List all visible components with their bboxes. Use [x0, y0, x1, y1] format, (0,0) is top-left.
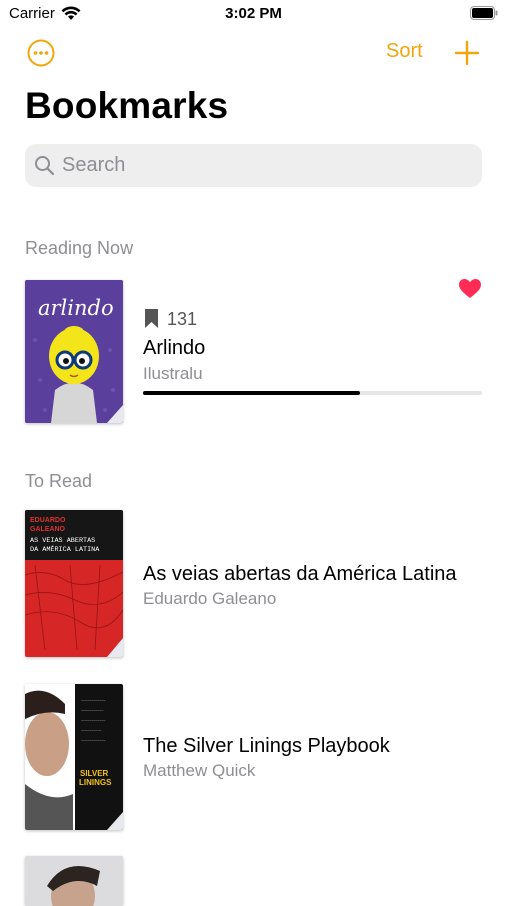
- svg-text:~~~~~~~~~~: ~~~~~~~~~~: [81, 729, 101, 733]
- book-author: Ilustralu: [143, 364, 203, 383]
- book-title: As veias abertas da América Latina: [143, 563, 457, 585]
- favorite-heart-icon[interactable]: [459, 279, 481, 298]
- bookmark-icon: [145, 309, 158, 328]
- cover-illustration: [25, 856, 123, 906]
- reading-progress-bar: [143, 391, 482, 395]
- book-cover-as-veias-abertas: EDUARDO GALEANO AS VEIAS ABERTAS DA AMÉR…: [25, 510, 123, 657]
- search-input[interactable]: [62, 144, 462, 187]
- section-header-reading-now: Reading Now: [25, 238, 134, 258]
- cover-title-line1: AS VEIAS ABERTAS: [30, 537, 95, 545]
- svg-text:~~~~~~~~~~~: ~~~~~~~~~~~: [81, 709, 103, 713]
- more-options-icon[interactable]: [27, 39, 55, 67]
- battery-icon: [470, 6, 498, 20]
- svg-text:~~~~~~~~~~~~: ~~~~~~~~~~~~: [81, 699, 106, 703]
- book-cover-arlindo: arlindo: [25, 280, 123, 423]
- book-row-silver-linings-playbook[interactable]: ~~~~~~~~~~~~ ~~~~~~~~~~~ ~~~~~~~~~~~~ ~~…: [25, 684, 482, 832]
- cover-title-line2: DA AMÉRICA LATINA: [30, 545, 100, 554]
- sort-button[interactable]: Sort: [386, 40, 423, 63]
- cover-title-text: arlindo: [38, 296, 114, 320]
- cover-author-line2: GALEANO: [30, 526, 66, 533]
- book-row-arlindo[interactable]: arlindo 131 Arlindo Ilustralu: [25, 278, 482, 425]
- search-icon: [35, 156, 55, 176]
- section-header-to-read: To Read: [25, 471, 93, 491]
- add-bookmark-icon[interactable]: [454, 40, 480, 66]
- book-author: Matthew Quick: [143, 761, 256, 780]
- cover-title-line1: SILVER: [80, 769, 109, 778]
- status-time: 3:02 PM: [225, 5, 282, 22]
- book-author: Eduardo Galeano: [143, 589, 277, 608]
- cover-illustration: EDUARDO GALEANO AS VEIAS ABERTAS DA AMÉR…: [25, 510, 123, 657]
- cover-title-line2: LININGS: [79, 778, 112, 787]
- cover-illustration: ~~~~~~~~~~~~ ~~~~~~~~~~~ ~~~~~~~~~~~~ ~~…: [25, 684, 123, 830]
- reading-progress-fill: [143, 391, 360, 395]
- book-cover-silver-linings-playbook: ~~~~~~~~~~~~ ~~~~~~~~~~~ ~~~~~~~~~~~~ ~~…: [25, 684, 123, 830]
- book-row-as-veias-abertas[interactable]: EDUARDO GALEANO AS VEIAS ABERTAS DA AMÉR…: [25, 510, 482, 659]
- page-title: Bookmarks: [25, 85, 229, 126]
- cover-illustration: arlindo: [25, 280, 123, 423]
- svg-text:~~~~~~~~~~~~: ~~~~~~~~~~~~: [81, 739, 106, 743]
- book-title: The Silver Linings Playbook: [143, 735, 390, 757]
- svg-text:~~~~~~~~~~~~: ~~~~~~~~~~~~: [81, 719, 106, 723]
- book-title: Arlindo: [143, 337, 206, 359]
- bookmark-page-count: 131: [167, 309, 198, 329]
- search-bar[interactable]: [25, 144, 482, 187]
- book-cover-partial[interactable]: [25, 856, 123, 906]
- cover-author-line1: EDUARDO: [30, 517, 66, 524]
